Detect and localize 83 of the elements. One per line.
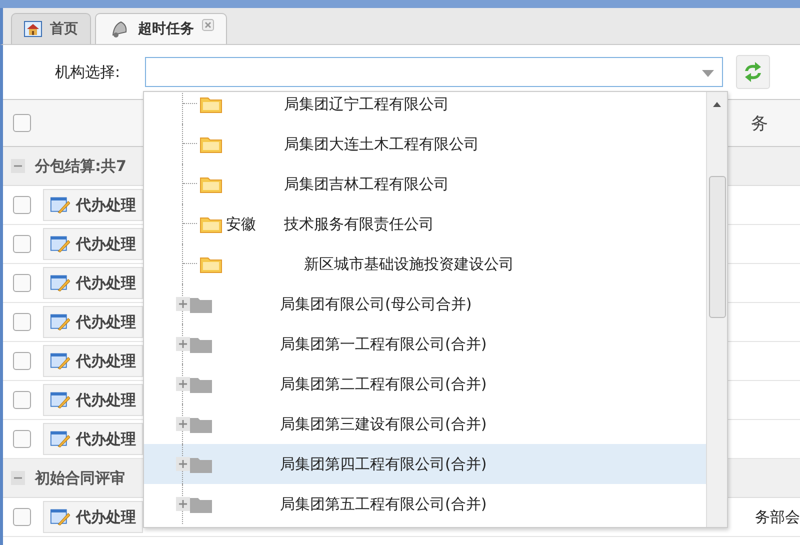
tree-label: 局集团辽宁工程有限公司 [284, 94, 449, 114]
folder-icon [190, 296, 212, 312]
table-cell: 务部会 [755, 508, 800, 526]
tree-label: 局集团有限公司(母公司合并) [280, 294, 472, 314]
filter-label: 机构选择: [55, 62, 122, 82]
expand-icon[interactable] [176, 337, 190, 351]
folder-icon [190, 456, 212, 472]
close-icon[interactable] [202, 19, 214, 31]
edit-icon [50, 429, 70, 449]
edit-icon [50, 273, 70, 293]
edit-icon [50, 351, 70, 371]
group-title: 初始合同评审 [35, 468, 125, 488]
checkbox[interactable] [13, 313, 31, 331]
tree-item[interactable]: 局集团第五工程有限公司(合并) [144, 484, 706, 524]
tree-item[interactable]: 局集团第一工程有限公司(合并) [144, 324, 706, 364]
tree-item[interactable]: 安徽 技术服务有限责任公司 [144, 204, 706, 244]
group-title: 分包结算:共7 [35, 156, 126, 176]
folder-icon [190, 376, 212, 392]
tree-label: 安徽 [226, 214, 256, 234]
expand-icon[interactable] [176, 377, 190, 391]
expand-icon[interactable] [176, 457, 190, 471]
tree-item[interactable]: 局集团大连土木工程有限公司 [144, 124, 706, 164]
tree-item[interactable]: 新区城市基础设施投资建设公司 [144, 244, 706, 284]
edit-icon [50, 195, 70, 215]
tab[interactable]: 超时任务 [95, 13, 227, 44]
collapse-icon[interactable] [11, 159, 25, 173]
folder-icon [200, 216, 222, 232]
process-button[interactable]: 代办处理 [43, 345, 143, 377]
process-button[interactable]: 代办处理 [43, 501, 143, 533]
process-button[interactable]: 代办处理 [43, 306, 143, 338]
tree-label: 新区城市基础设施投资建设公司 [304, 254, 514, 274]
organization-select[interactable] [145, 57, 723, 87]
folder-icon [190, 496, 212, 512]
process-button[interactable]: 代办处理 [43, 189, 143, 221]
tree-label: 局集团第三建设有限公司(合并) [280, 414, 487, 434]
tree-item[interactable]: 局集团第三建设有限公司(合并) [144, 404, 706, 444]
scrollbar-thumb[interactable] [709, 176, 726, 318]
tree-label: 局集团第二工程有限公司(合并) [280, 374, 487, 394]
checkbox[interactable] [13, 196, 31, 214]
checkbox[interactable] [13, 508, 31, 526]
tree-item[interactable]: 局集团辽宁工程有限公司 [144, 92, 706, 124]
tab[interactable]: 首页 [11, 13, 91, 44]
edit-icon [50, 390, 70, 410]
folder-icon [200, 256, 222, 272]
edit-icon [50, 507, 70, 527]
home-icon [24, 21, 42, 37]
tree-item[interactable]: 局集团第四工程有限公司(合并) [144, 444, 706, 484]
tree-label: 局集团第一工程有限公司(合并) [280, 334, 487, 354]
expand-icon[interactable] [176, 497, 190, 511]
checkbox[interactable] [13, 235, 31, 253]
refresh-button[interactable] [736, 55, 770, 89]
checkbox[interactable] [13, 352, 31, 370]
checkbox[interactable] [13, 274, 31, 292]
process-button[interactable]: 代办处理 [43, 423, 143, 455]
folder-icon [190, 416, 212, 432]
checkbox[interactable] [13, 391, 31, 409]
tree-label: 局集团第四工程有限公司(合并) [280, 454, 487, 474]
tree-item[interactable]: 局集团第二工程有限公司(合并) [144, 364, 706, 404]
column-header: 务 [751, 112, 768, 134]
process-button[interactable]: 代办处理 [43, 267, 143, 299]
edit-icon [50, 234, 70, 254]
folder-icon [200, 136, 222, 152]
checkbox[interactable] [13, 430, 31, 448]
folder-icon [200, 96, 222, 112]
scrollbar[interactable] [706, 92, 727, 527]
process-button[interactable]: 代办处理 [43, 384, 143, 416]
checkbox[interactable] [13, 114, 31, 132]
folder-icon [200, 176, 222, 192]
expand-icon[interactable] [176, 417, 190, 431]
refresh-icon [742, 62, 764, 82]
expand-icon[interactable] [176, 297, 190, 311]
scroll-up-icon[interactable] [713, 102, 721, 107]
edit-icon [50, 312, 70, 332]
collapse-icon[interactable] [11, 471, 25, 485]
process-button[interactable]: 代办处理 [43, 228, 143, 260]
tree-label: 技术服务有限责任公司 [284, 214, 434, 234]
tree-item[interactable]: 局集团有限公司(母公司合并) [144, 284, 706, 324]
folder-icon [190, 336, 212, 352]
tree-label: 局集团吉林工程有限公司 [284, 174, 449, 194]
tree-item[interactable]: 局集团吉林工程有限公司 [144, 164, 706, 204]
caret-icon [702, 70, 714, 77]
tree-label: 局集团大连土木工程有限公司 [284, 134, 479, 154]
tree-label: 局集团第五工程有限公司(合并) [280, 494, 487, 514]
